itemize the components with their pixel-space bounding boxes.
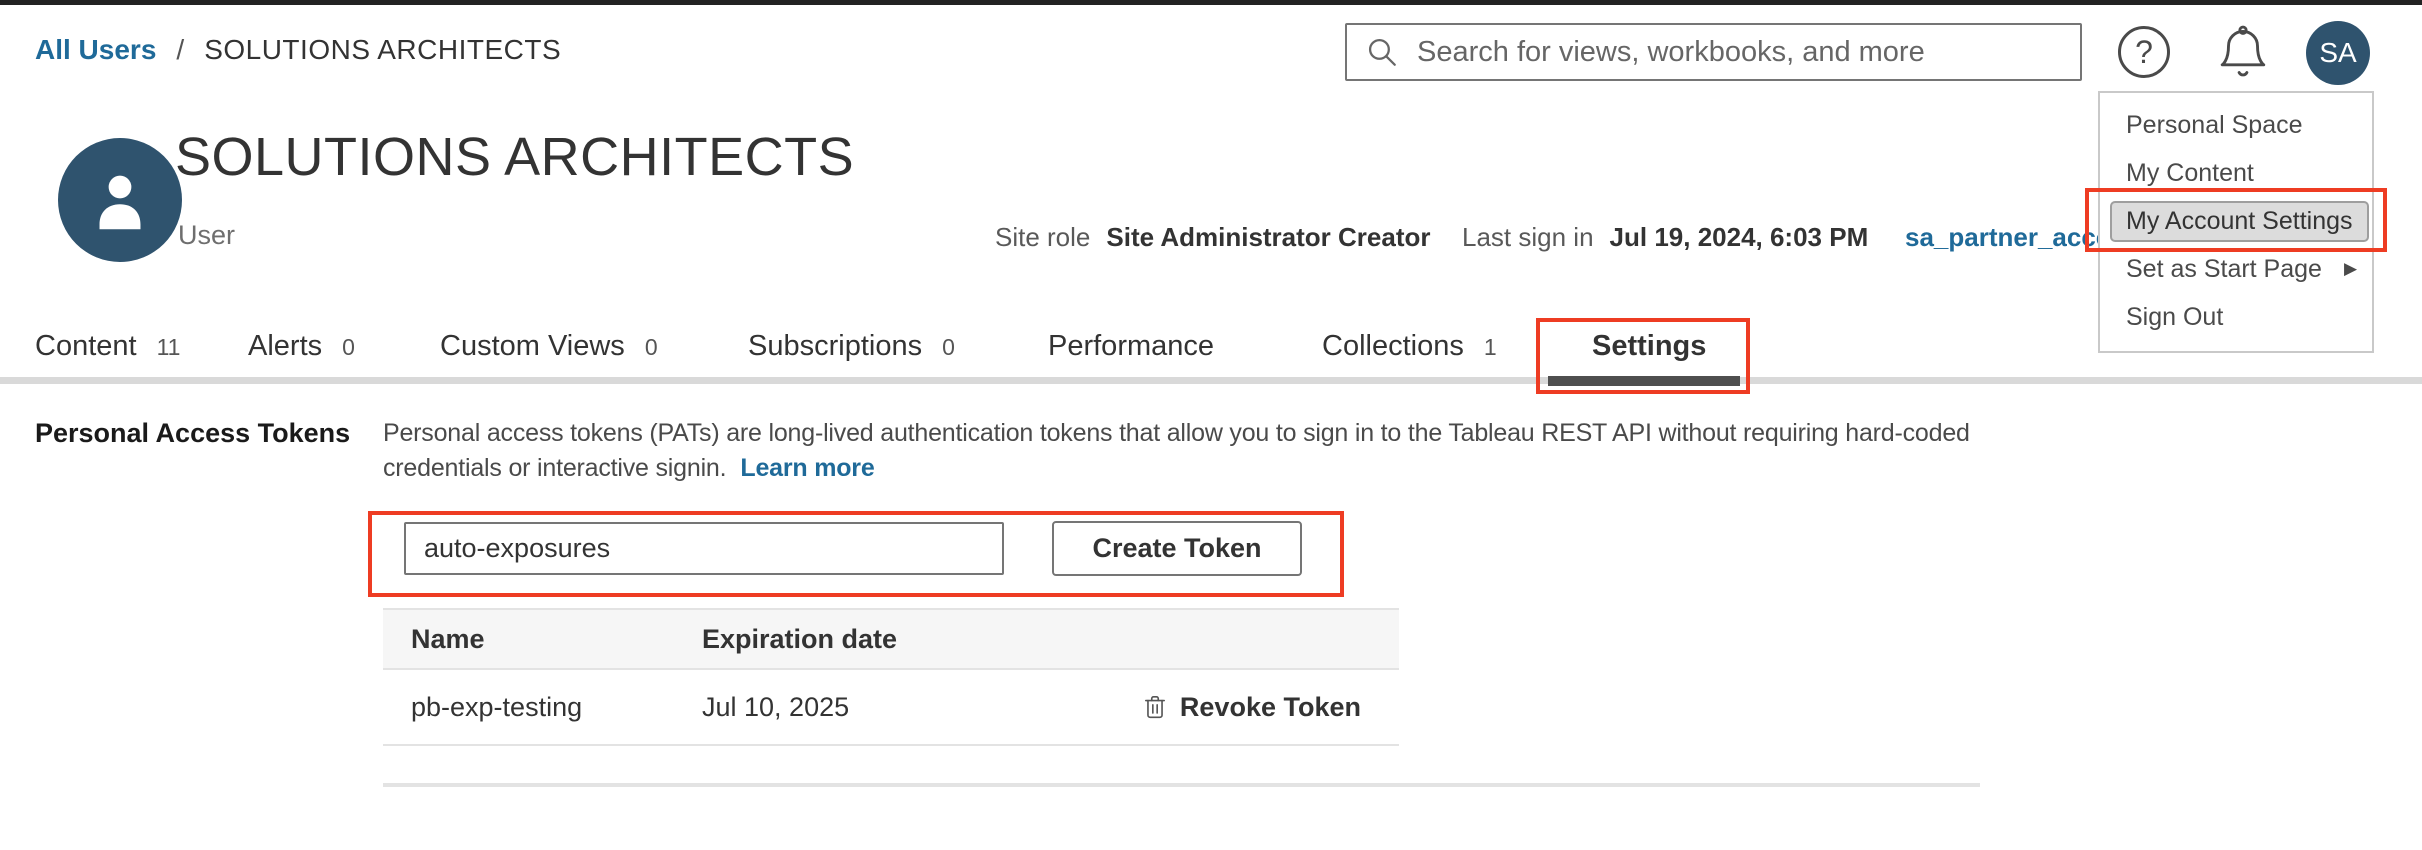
create-token-button[interactable]: Create Token bbox=[1052, 521, 1302, 576]
tab-count: 0 bbox=[942, 334, 955, 361]
tab-label: Settings bbox=[1592, 330, 1706, 363]
menu-item-my-account-settings[interactable]: My Account Settings bbox=[2100, 197, 2372, 245]
tab-alerts[interactable]: Alerts 0 bbox=[248, 330, 355, 363]
trash-icon bbox=[1142, 693, 1168, 721]
column-header-name: Name bbox=[383, 624, 702, 655]
notifications-bell-icon[interactable] bbox=[2214, 22, 2272, 82]
breadcrumb-separator: / bbox=[176, 34, 184, 66]
section-divider bbox=[383, 783, 1980, 787]
last-sign-in-value: Jul 19, 2024, 6:03 PM bbox=[1610, 222, 1869, 253]
partner-account-link[interactable]: sa_partner_accou bbox=[1905, 222, 2128, 253]
help-button[interactable]: ? bbox=[2118, 26, 2170, 78]
tab-count: 0 bbox=[645, 334, 658, 361]
pat-description: Personal access tokens (PATs) are long-l… bbox=[383, 416, 2233, 486]
tab-custom-views[interactable]: Custom Views 0 bbox=[440, 330, 658, 363]
site-role-label: Site role bbox=[995, 222, 1090, 253]
tab-collections[interactable]: Collections 1 bbox=[1322, 330, 1497, 363]
search-input[interactable] bbox=[1415, 35, 2062, 70]
help-icon: ? bbox=[2135, 34, 2153, 71]
column-header-expiration: Expiration date bbox=[702, 624, 897, 655]
tab-content[interactable]: Content 11 bbox=[35, 330, 180, 363]
pat-section-heading: Personal Access Tokens bbox=[35, 418, 350, 449]
tab-label: Content bbox=[35, 330, 137, 363]
tab-count: 0 bbox=[342, 334, 355, 361]
site-role-value: Site Administrator Creator bbox=[1106, 222, 1430, 253]
breadcrumb: All Users / SOLUTIONS ARCHITECTS bbox=[35, 34, 561, 66]
token-expiration-cell: Jul 10, 2025 bbox=[702, 692, 849, 723]
last-sign-in: Last sign in Jul 19, 2024, 6:03 PM bbox=[1462, 222, 1868, 253]
token-name-input[interactable] bbox=[404, 522, 1004, 575]
menu-item-label: Set as Start Page bbox=[2126, 255, 2322, 284]
tokens-table-header: Name Expiration date bbox=[383, 608, 1399, 670]
tab-performance[interactable]: Performance bbox=[1048, 330, 1214, 363]
pat-description-line1: Personal access tokens (PATs) are long-l… bbox=[383, 419, 1970, 447]
token-row: pb-exp-testing Jul 10, 2025 Revoke Token bbox=[383, 670, 1399, 746]
submenu-arrow-icon: ▶ bbox=[2344, 259, 2357, 279]
selected-tab-underline bbox=[1548, 376, 1740, 386]
tab-label: Alerts bbox=[248, 330, 322, 363]
revoke-token-label: Revoke Token bbox=[1180, 692, 1361, 723]
menu-item-my-content[interactable]: My Content bbox=[2100, 149, 2372, 197]
menu-item-sign-out[interactable]: Sign Out bbox=[2100, 293, 2372, 341]
user-avatar-button[interactable]: SA bbox=[2306, 21, 2370, 85]
learn-more-link[interactable]: Learn more bbox=[740, 454, 874, 482]
breadcrumb-current: SOLUTIONS ARCHITECTS bbox=[204, 34, 561, 66]
profile-subtitle: User bbox=[178, 220, 235, 251]
tab-label: Collections bbox=[1322, 330, 1464, 363]
account-dropdown-menu: Personal Space My Content My Account Set… bbox=[2098, 91, 2374, 353]
top-border-bar bbox=[0, 0, 2422, 5]
tab-subscriptions[interactable]: Subscriptions 0 bbox=[748, 330, 955, 363]
search-icon bbox=[1365, 35, 1399, 69]
site-role: Site role Site Administrator Creator bbox=[995, 222, 1431, 253]
tab-label: Custom Views bbox=[440, 330, 625, 363]
tabs-divider bbox=[0, 377, 2422, 384]
breadcrumb-all-users-link[interactable]: All Users bbox=[35, 34, 156, 66]
avatar-initials: SA bbox=[2319, 37, 2356, 69]
person-icon bbox=[81, 161, 159, 239]
menu-item-label: Personal Space bbox=[2126, 111, 2303, 140]
last-sign-in-label: Last sign in bbox=[1462, 222, 1594, 253]
menu-item-label: My Account Settings bbox=[2110, 201, 2369, 242]
menu-item-label: My Content bbox=[2126, 159, 2254, 188]
profile-avatar bbox=[58, 138, 182, 262]
page-title: SOLUTIONS ARCHITECTS bbox=[175, 126, 854, 188]
tableau-user-settings-page: All Users / SOLUTIONS ARCHITECTS ? SA SO… bbox=[0, 0, 2422, 850]
token-name-cell: pb-exp-testing bbox=[383, 692, 702, 723]
revoke-token-button[interactable]: Revoke Token bbox=[1142, 692, 1399, 723]
tab-settings[interactable]: Settings bbox=[1592, 330, 1706, 363]
pat-description-line2: credentials or interactive signin. bbox=[383, 454, 726, 482]
menu-item-personal-space[interactable]: Personal Space bbox=[2100, 101, 2372, 149]
tab-label: Performance bbox=[1048, 330, 1214, 363]
tab-count: 1 bbox=[1484, 334, 1497, 361]
tab-count: 11 bbox=[157, 334, 181, 361]
menu-item-set-as-start-page[interactable]: Set as Start Page ▶ bbox=[2100, 245, 2372, 293]
menu-item-label: Sign Out bbox=[2126, 303, 2223, 332]
tokens-table: Name Expiration date pb-exp-testing Jul … bbox=[383, 608, 1399, 746]
tab-label: Subscriptions bbox=[748, 330, 922, 363]
search-box bbox=[1345, 23, 2082, 81]
